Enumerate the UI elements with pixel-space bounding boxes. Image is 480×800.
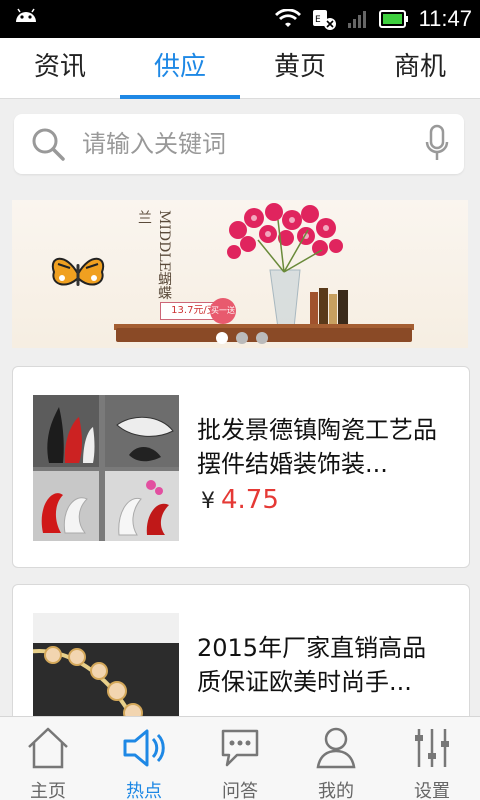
promo-banner[interactable]: MIDDLE蝴蝶兰 13.7元/支 买一送一: [12, 200, 468, 348]
battery-icon: [378, 10, 408, 28]
user-icon: [316, 727, 356, 769]
nav-home-label: 主页: [30, 781, 66, 800]
status-bar: E 11:47: [0, 0, 480, 38]
price-value: 4.75: [221, 485, 279, 515]
tab-yellow-pages[interactable]: 黄页: [240, 38, 360, 98]
nav-settings-label: 设置: [414, 781, 450, 800]
bottom-navigation: 主页 热点 问答 我的 设置: [0, 716, 480, 800]
nav-mine[interactable]: 我的: [288, 717, 384, 800]
wifi-icon: [274, 9, 301, 27]
nav-mine-label: 我的: [318, 781, 354, 800]
android-icon: [16, 8, 36, 22]
currency-symbol: ¥: [201, 489, 215, 514]
clock: 11:47: [418, 6, 472, 31]
butterfly-image: [51, 257, 105, 286]
sliders-icon: [415, 729, 449, 767]
product-card[interactable]: 批发景德镇陶瓷工艺品摆件结婚装饰装... ¥4.75: [12, 366, 470, 568]
svg-text:E: E: [315, 15, 321, 25]
nav-hot[interactable]: 热点: [96, 717, 192, 800]
product-title[interactable]: 2015年厂家直销高品质保证欧美时尚手...: [197, 631, 449, 699]
sim-blocked-icon: E: [312, 10, 336, 30]
product-title[interactable]: 批发景德镇陶瓷工艺品摆件结婚装饰装...: [197, 413, 449, 481]
tab-news[interactable]: 资讯: [0, 38, 120, 98]
top-tab-bar: 资讯 供应 黄页 商机: [0, 38, 480, 99]
speaker-icon: [123, 729, 165, 767]
search-icon: [32, 128, 65, 161]
nav-qa-label: 问答: [222, 781, 258, 800]
carousel-dot[interactable]: [256, 332, 268, 344]
nav-settings[interactable]: 设置: [384, 717, 480, 800]
product-price: ¥4.75: [201, 485, 279, 515]
microphone-icon[interactable]: [424, 124, 450, 164]
search-input[interactable]: 请输入关键词: [82, 114, 226, 174]
carousel-dot[interactable]: [236, 332, 248, 344]
banner-vertical-title: MIDDLE蝴蝶兰: [136, 210, 172, 300]
nav-qa[interactable]: 问答: [192, 717, 288, 800]
search-bar[interactable]: 请输入关键词: [14, 114, 464, 174]
carousel-dot[interactable]: [216, 332, 228, 344]
tab-business[interactable]: 商机: [360, 38, 480, 98]
signal-icon: [347, 11, 366, 28]
tab-supply[interactable]: 供应: [120, 38, 240, 99]
chat-icon: [221, 729, 259, 767]
nav-home[interactable]: 主页: [0, 717, 96, 800]
nav-hot-label: 热点: [126, 781, 162, 800]
product-thumbnail: [33, 395, 179, 541]
app-screen: E 11:47 资讯 供应 黄页 商机 请输入关键词 MIDDLE蝴蝶兰 13.…: [0, 0, 480, 800]
books-image: [310, 288, 348, 328]
carousel-dots: [216, 332, 268, 344]
home-icon: [28, 727, 68, 769]
